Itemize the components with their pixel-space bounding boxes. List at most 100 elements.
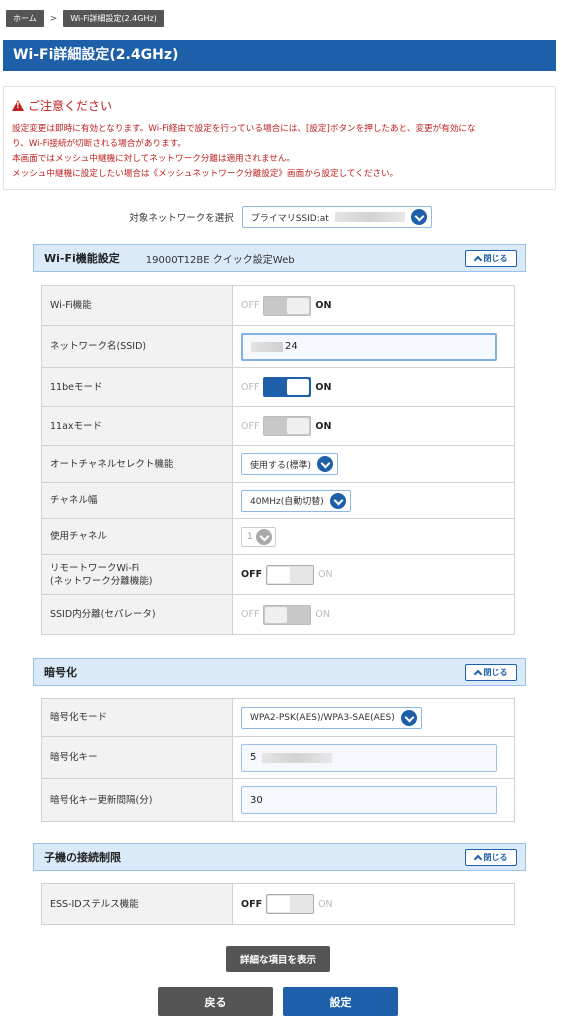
separator-toggle[interactable]: OFF ON: [241, 604, 330, 625]
breadcrumb-separator: >: [49, 13, 58, 24]
chevron-down-icon: [400, 709, 417, 726]
show-details-button[interactable]: 詳細な項目を表示: [226, 946, 330, 972]
remote-work-toggle[interactable]: OFF ON: [241, 564, 333, 585]
breadcrumb-home[interactable]: ホーム: [6, 10, 44, 27]
chevron-up-icon: [473, 255, 482, 265]
warning-icon: [12, 100, 24, 111]
wifi-section-header: Wi-Fi機能設定 19000T12BE クイック設定Web 閉じる: [33, 244, 526, 272]
row-label: チャネル幅: [42, 483, 233, 518]
toggle-on-label: ON: [315, 381, 332, 393]
chevron-up-icon: [473, 854, 482, 864]
row-label: 使用チャネル: [42, 519, 233, 554]
client-section-header: 子機の接続制限 閉じる: [33, 843, 526, 871]
table-row: Wi-Fi機能 OFF ON: [42, 286, 514, 326]
auto-channel-select[interactable]: 使用する(標準): [241, 453, 339, 475]
toggle-switch[interactable]: [263, 295, 312, 316]
network-select-label: 対象ネットワークを選択: [129, 213, 234, 224]
wifi-section-title: Wi-Fi機能設定: [44, 252, 120, 265]
notice-line: り、Wi-Fi接続が切断される場合があります。: [12, 139, 186, 149]
notice-header: ご注意ください: [12, 97, 547, 114]
wifi-settings-table: Wi-Fi機能 OFF ON ネットワーク名(SSID) 24 11beモード …: [41, 285, 515, 635]
row-label-line: リモートワークWi-Fi: [50, 562, 140, 574]
chevron-up-icon: [473, 669, 482, 679]
toggle-off-label: OFF: [241, 381, 260, 393]
row-label: 暗号化キー: [42, 737, 233, 778]
encryption-section-header: 暗号化 閉じる: [33, 658, 526, 686]
channel-select[interactable]: 1: [241, 526, 276, 547]
row-label: リモートワークWi-Fi (ネットワーク分離機能): [42, 555, 233, 594]
select-value: 使用する(標準): [250, 460, 312, 471]
toggle-off-label: OFF: [241, 569, 263, 580]
network-select-row: 対象ネットワークを選択 プライマリSSID:at: [0, 206, 561, 228]
table-row: オートチャネルセレクト機能 使用する(標準): [42, 446, 514, 483]
table-row: 11beモード OFF ON: [42, 368, 514, 407]
network-select-value: プライマリSSID:at: [250, 213, 329, 224]
toggle-switch[interactable]: [266, 894, 315, 914]
table-row: 使用チャネル 1: [42, 519, 514, 555]
row-label: Wi-Fi機能: [42, 286, 233, 325]
wifi-section-subtitle: 19000T12BE クイック設定Web: [145, 254, 295, 266]
breadcrumb: ホーム > Wi-Fi詳細設定(2.4GHz): [6, 10, 164, 27]
toggle-off-label: OFF: [241, 420, 260, 432]
bandwidth-select[interactable]: 40MHz(自動切替): [241, 489, 351, 512]
notice-line: 設定変更は即時に有効となります。Wi-Fi経由で設定を行っている場合には、[設定…: [12, 124, 476, 134]
table-row: 暗号化モード WPA2-PSK(AES)/WPA3-SAE(AES): [42, 699, 514, 737]
row-label: ネットワーク名(SSID): [42, 326, 233, 367]
select-value: 40MHz(自動切替): [250, 497, 324, 507]
page-title: Wi-Fi詳細設定(2.4GHz): [3, 40, 556, 71]
client-section-close-button[interactable]: 閉じる: [465, 849, 517, 866]
11be-toggle[interactable]: OFF ON: [241, 377, 331, 397]
chevron-down-icon: [255, 528, 272, 545]
select-value: 1: [247, 531, 253, 542]
encryption-settings-table: 暗号化モード WPA2-PSK(AES)/WPA3-SAE(AES) 暗号化キー…: [41, 698, 515, 822]
encryption-section-title: 暗号化: [44, 666, 77, 679]
row-label: 11axモード: [42, 407, 233, 445]
row-label: 暗号化キー更新間隔(分): [42, 779, 233, 821]
client-settings-table: ESS-IDステルス機能 OFF ON: [41, 883, 515, 925]
apply-button[interactable]: 設定: [283, 987, 398, 1016]
ssid-input[interactable]: 24: [241, 332, 497, 361]
toggle-off-label: OFF: [241, 609, 260, 620]
encryption-key-input[interactable]: 5: [241, 743, 497, 772]
table-row: 11axモード OFF ON: [42, 407, 514, 446]
table-row: 暗号化キー 5: [42, 737, 514, 779]
row-label: 暗号化モード: [42, 699, 233, 736]
select-value: WPA2-PSK(AES)/WPA3-SAE(AES): [250, 712, 395, 723]
toggle-switch[interactable]: [263, 377, 312, 397]
client-section-title: 子機の接続制限: [44, 851, 121, 864]
notice-title: ご注意ください: [28, 99, 113, 113]
toggle-switch[interactable]: [263, 416, 312, 436]
wifi-section-close-button[interactable]: 閉じる: [465, 250, 517, 267]
table-row: チャネル幅 40MHz(自動切替): [42, 483, 514, 519]
wifi-toggle[interactable]: OFF ON: [241, 295, 332, 316]
back-button[interactable]: 戻る: [158, 987, 273, 1016]
row-label-line: (ネットワーク分離機能): [50, 575, 153, 587]
chevron-down-icon: [410, 209, 427, 225]
close-button-label: 閉じる: [483, 668, 508, 677]
encryption-mode-select[interactable]: WPA2-PSK(AES)/WPA3-SAE(AES): [241, 706, 422, 729]
toggle-on-label: ON: [315, 420, 332, 432]
toggle-switch[interactable]: [263, 604, 312, 625]
toggle-switch[interactable]: [266, 564, 315, 585]
encryption-key-value: 5: [250, 752, 257, 763]
11ax-toggle[interactable]: OFF ON: [241, 416, 331, 436]
toggle-on-label: ON: [318, 898, 333, 910]
redacted-text: [334, 212, 405, 222]
notice-box: ご注意ください 設定変更は即時に有効となります。Wi-Fi経由で設定を行っている…: [3, 86, 556, 190]
close-button-label: 閉じる: [483, 853, 508, 862]
stealth-toggle[interactable]: OFF ON: [241, 894, 333, 914]
ssid-value: 24: [285, 341, 298, 352]
toggle-on-label: ON: [318, 569, 333, 580]
table-row: SSID内分離(セパレータ) OFF ON: [42, 595, 514, 634]
encryption-section-close-button[interactable]: 閉じる: [465, 664, 517, 681]
redacted-text: [251, 341, 283, 352]
notice-line: メッシュ中継機に設定したい場合は《メッシュネットワーク分離設定》画面から設定して…: [12, 169, 399, 179]
row-label: SSID内分離(セパレータ): [42, 595, 233, 634]
table-row: ESS-IDステルス機能 OFF ON: [42, 884, 514, 924]
notice-line: 本画面ではメッシュ中継機に対してネットワーク分離は適用されません。: [12, 154, 296, 164]
row-label: 11beモード: [42, 368, 233, 406]
toggle-on-label: ON: [315, 300, 332, 311]
row-label: ESS-IDステルス機能: [42, 884, 233, 924]
network-select[interactable]: プライマリSSID:at: [241, 206, 432, 228]
key-interval-input[interactable]: 30: [241, 786, 497, 814]
